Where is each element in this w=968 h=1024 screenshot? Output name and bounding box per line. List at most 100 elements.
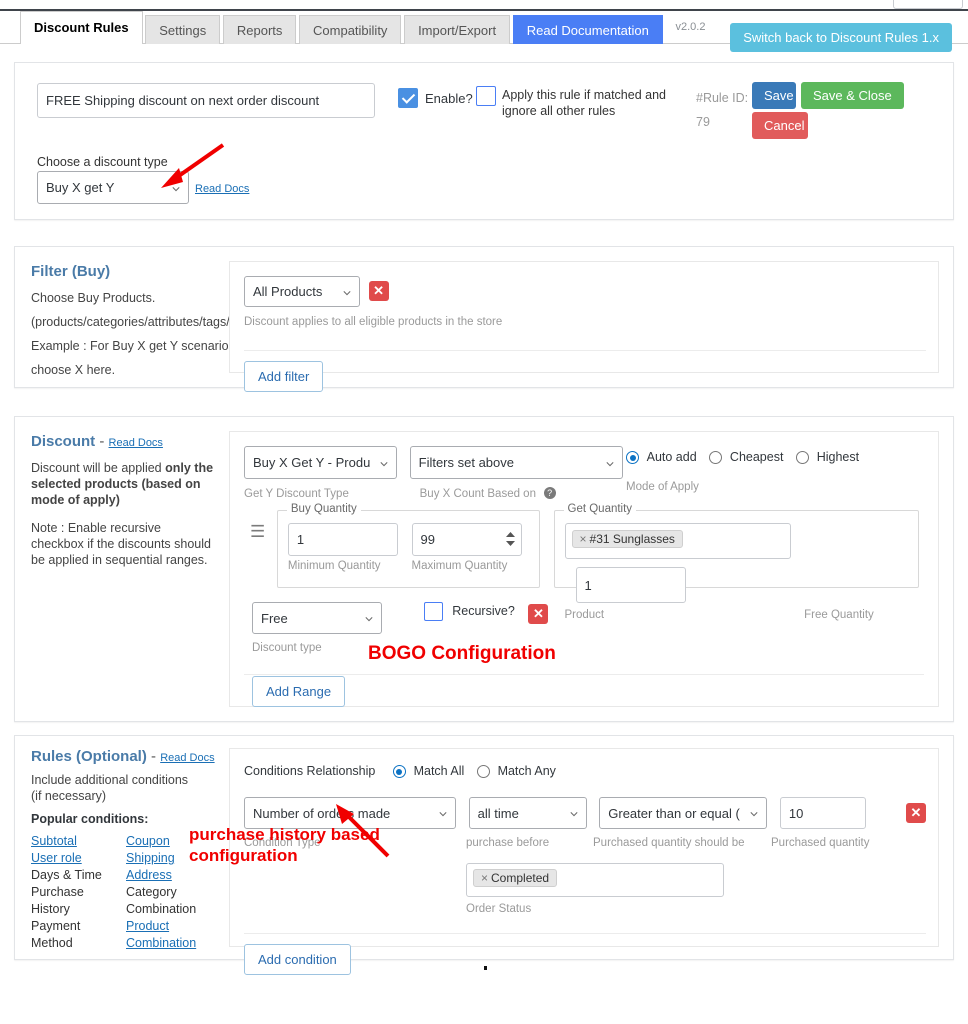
purchase-before-select[interactable]: all time bbox=[468, 797, 587, 829]
match-all-label: Match All bbox=[413, 764, 465, 778]
discount-read-docs-link[interactable]: Read Docs bbox=[109, 437, 163, 449]
comparator-select[interactable]: Greater than or equal ( >= ) bbox=[599, 797, 768, 829]
rules-title-text: Rules (Optional) bbox=[31, 748, 147, 765]
discount-section-title: Discount - Read Docs bbox=[31, 433, 215, 450]
filter-helper-text: Discount applies to all eligible product… bbox=[244, 316, 503, 328]
order-status-token-label: Completed bbox=[491, 871, 550, 885]
discount-type-select[interactable]: Buy X get Y bbox=[37, 171, 189, 204]
token-remove-icon[interactable]: × bbox=[481, 871, 488, 885]
get-y-discount-type-wrapper: Buy X Get Y - Products bbox=[244, 446, 397, 479]
discount-type-read-docs-link[interactable]: Read Docs bbox=[195, 183, 249, 195]
mode-highest-radio[interactable] bbox=[796, 451, 810, 465]
discount-type-select-wrapper: Buy X get Y bbox=[37, 171, 189, 204]
tab-read-documentation[interactable]: Read Documentation bbox=[512, 15, 663, 44]
filter-desc-line-2: (products/categories/attributes/tags/sku… bbox=[31, 315, 254, 329]
add-filter-button[interactable]: Add filter bbox=[244, 361, 324, 392]
rules-desc: Include additional conditions (if necess… bbox=[31, 773, 189, 803]
get-product-tokenbox[interactable]: × #31 Sunglasses bbox=[564, 523, 791, 559]
product-token[interactable]: × #31 Sunglasses bbox=[571, 530, 683, 548]
product-token-label: #31 Sunglasses bbox=[589, 532, 675, 546]
condition-text-category-combination: Category Combination bbox=[126, 885, 197, 916]
filter-desc-line-1: Choose Buy Products. bbox=[31, 291, 156, 305]
rule-id-value: 79 bbox=[696, 115, 710, 129]
buy-x-count-based-select[interactable]: Filters set above bbox=[409, 446, 623, 479]
filter-product-select[interactable]: All Products bbox=[244, 276, 360, 307]
discount-type-label: Choose a discount type bbox=[37, 155, 168, 169]
annotation-bogo-configuration: BOGO Configuration bbox=[368, 643, 556, 664]
popular-conditions-label: Popular conditions: bbox=[31, 812, 149, 826]
order-status-tokenbox[interactable]: × Completed bbox=[466, 863, 724, 897]
drag-handle-icon[interactable]: ☰ bbox=[250, 510, 265, 554]
match-all-radio[interactable] bbox=[392, 765, 406, 779]
cancel-button[interactable]: Cancel bbox=[752, 112, 808, 139]
ignore-other-rules-checkbox[interactable] bbox=[476, 86, 496, 106]
mode-auto-add-label: Auto add bbox=[646, 450, 697, 464]
annotation-configuration: configuration bbox=[189, 846, 298, 865]
rules-divider bbox=[244, 933, 926, 934]
discount-title-dash: - bbox=[99, 433, 105, 450]
range-discount-type-select[interactable]: Free bbox=[252, 602, 382, 634]
save-button[interactable]: Save bbox=[752, 82, 796, 109]
rules-title-dash: - bbox=[151, 748, 157, 765]
match-any-radio[interactable] bbox=[476, 765, 490, 779]
free-quantity-input[interactable] bbox=[575, 567, 686, 603]
tab-settings[interactable]: Settings bbox=[145, 15, 221, 44]
info-icon[interactable]: ? bbox=[543, 487, 556, 499]
buy-quantity-fieldset: Buy Quantity Minimum Quantity Maximum Qu… bbox=[276, 503, 540, 588]
rule-id-label: #Rule ID: bbox=[696, 91, 749, 105]
filter-divider bbox=[244, 350, 926, 351]
rules-section-title: Rules (Optional) - Read Docs bbox=[31, 748, 215, 765]
condition-link-user-role[interactable]: User role bbox=[31, 850, 109, 867]
condition-link-subtotal[interactable]: Subtotal bbox=[31, 833, 109, 850]
order-status-token[interactable]: × Completed bbox=[473, 869, 558, 887]
purchased-quantity-label: Purchased quantity bbox=[771, 837, 870, 849]
discount-divider bbox=[244, 674, 924, 675]
spinner-icon[interactable] bbox=[505, 532, 515, 546]
filter-buy-panel: Filter (Buy) Choose Buy Products. (produ… bbox=[14, 246, 954, 392]
match-any-label: Match Any bbox=[497, 764, 556, 778]
tab-reports[interactable]: Reports bbox=[222, 15, 297, 44]
recursive-checkbox[interactable] bbox=[423, 602, 443, 621]
remove-filter-button[interactable]: ✕ bbox=[368, 281, 389, 301]
discount-title-text: Discount bbox=[31, 433, 96, 450]
filter-section-title: Filter (Buy) bbox=[31, 263, 111, 280]
enable-label: Enable? bbox=[425, 91, 473, 106]
popular-conditions-left-column: Subtotal User role Days & Time Purchase … bbox=[31, 833, 109, 952]
maximum-quantity-label: Maximum Quantity bbox=[411, 560, 508, 572]
rules-read-docs-link[interactable]: Read Docs bbox=[160, 752, 214, 764]
switch-back-button[interactable]: Switch back to Discount Rules 1.x bbox=[730, 23, 952, 52]
remove-condition-button[interactable]: ✕ bbox=[906, 803, 926, 823]
get-y-discount-type-select[interactable]: Buy X Get Y - Products bbox=[244, 446, 397, 479]
conditions-relationship-label: Conditions Relationship bbox=[244, 764, 376, 778]
add-condition-button[interactable]: Add condition bbox=[244, 944, 351, 975]
discount-content-column: Buy X Get Y - Products Filters set above… bbox=[229, 431, 939, 707]
buy-quantity-legend: Buy Quantity bbox=[286, 503, 361, 515]
rule-name-input[interactable] bbox=[37, 83, 375, 118]
save-and-close-button[interactable]: Save & Close bbox=[801, 82, 904, 109]
discount-type-row-wrapper: Free bbox=[252, 602, 382, 634]
discount-panel: Discount - Read Docs Discount will be ap… bbox=[14, 416, 954, 722]
purchase-before-label: purchase before bbox=[466, 837, 550, 849]
condition-link-shipping-address[interactable]: Shipping Address bbox=[126, 850, 186, 884]
get-product-label: Product bbox=[564, 609, 605, 621]
mode-auto-add-radio[interactable] bbox=[626, 451, 639, 465]
filter-content-column: All Products ✕ Discount applies to all e… bbox=[229, 261, 939, 392]
tab-discount-rules[interactable]: Discount Rules bbox=[20, 11, 143, 44]
comparator-wrapper: Greater than or equal ( >= ) bbox=[599, 797, 768, 829]
comparator-label: Purchased quantity should be bbox=[593, 837, 745, 849]
mode-cheapest-radio[interactable] bbox=[709, 451, 723, 465]
minimum-quantity-input[interactable] bbox=[287, 523, 398, 556]
rules-content-column: Conditions Relationship Match All Match … bbox=[229, 748, 939, 975]
purchased-quantity-input[interactable] bbox=[779, 797, 866, 829]
tab-compatibility[interactable]: Compatibility bbox=[299, 15, 402, 44]
enable-checkbox[interactable] bbox=[398, 88, 418, 108]
condition-link-product-combination[interactable]: Product Combination bbox=[126, 918, 198, 952]
mode-highest-label: Highest bbox=[816, 450, 860, 464]
mode-of-apply-group: Auto add Cheapest Highest bbox=[626, 449, 860, 465]
tab-import-export[interactable]: Import/Export bbox=[404, 15, 511, 44]
remove-range-button[interactable]: ✕ bbox=[528, 604, 549, 624]
add-range-button[interactable]: Add Range bbox=[252, 676, 346, 707]
token-remove-icon[interactable]: × bbox=[580, 532, 587, 546]
get-y-discount-type-label: Get Y Discount Type bbox=[244, 488, 349, 500]
discount-desc-1-pre: Discount will be applied bbox=[31, 461, 166, 475]
